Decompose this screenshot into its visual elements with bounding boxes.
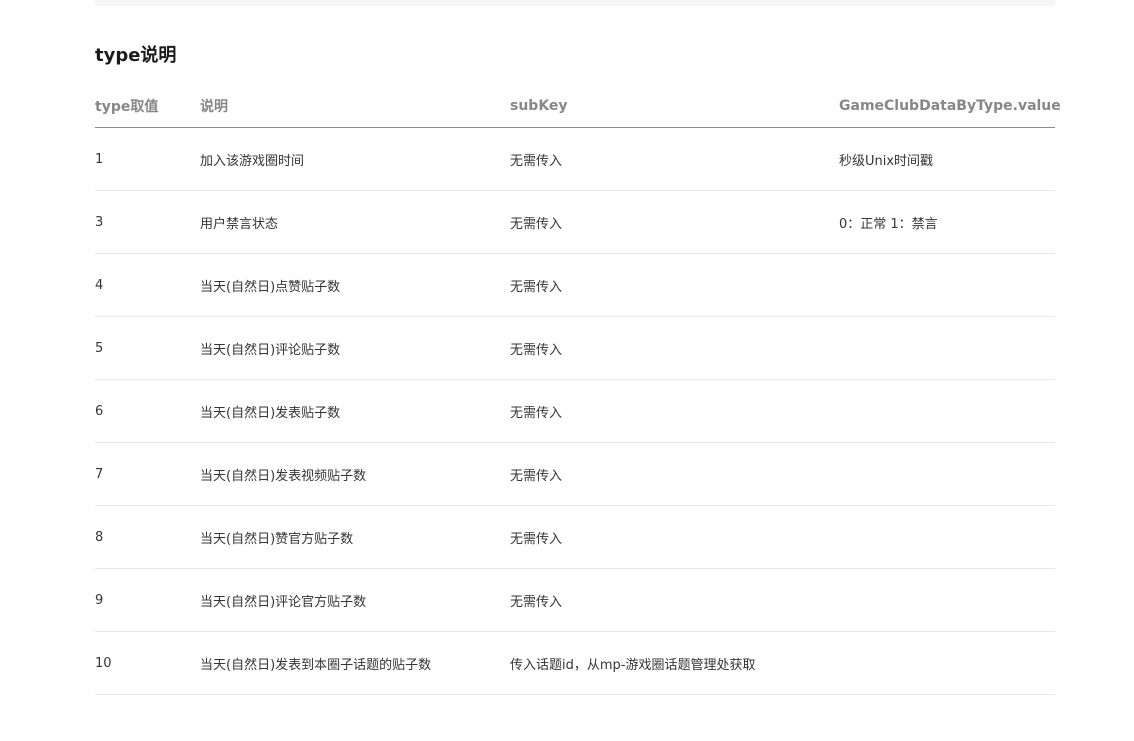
cell-subkey: 无需传入 <box>510 190 839 254</box>
header-subkey: subKey <box>510 85 839 128</box>
cell-value: 秒级Unix时间戳 <box>839 127 1055 191</box>
header-description: 说明 <box>200 85 510 128</box>
cell-value <box>839 631 1055 695</box>
header-data-value: GameClubDataByType.value <box>839 85 1061 128</box>
cell-subkey: 无需传入 <box>510 379 839 443</box>
cell-value <box>839 253 1055 317</box>
table-row: 10 当天(自然日)发表到本圈子话题的贴子数 传入话题id，从mp-游戏圈话题管… <box>95 631 1055 695</box>
cell-type: 7 <box>95 442 200 506</box>
cell-value: 0：正常 1：禁言 <box>839 190 1055 254</box>
cell-description: 当天(自然日)赞官方贴子数 <box>200 505 510 569</box>
cell-type: 3 <box>95 190 200 254</box>
table-row: 9 当天(自然日)评论官方贴子数 无需传入 <box>95 568 1055 632</box>
table-row: 8 当天(自然日)赞官方贴子数 无需传入 <box>95 505 1055 569</box>
table-row: 4 当天(自然日)点赞贴子数 无需传入 <box>95 253 1055 317</box>
type-table: type取值 说明 subKey GameClubDataByType.valu… <box>95 85 1061 695</box>
table-row: 1 加入该游戏圈时间 无需传入 秒级Unix时间戳 <box>95 127 1055 191</box>
table-row: 6 当天(自然日)发表贴子数 无需传入 <box>95 379 1055 443</box>
cell-subkey: 无需传入 <box>510 568 839 632</box>
table-row: 5 当天(自然日)评论贴子数 无需传入 <box>95 316 1055 380</box>
cell-value <box>839 442 1055 506</box>
cell-subkey: 无需传入 <box>510 505 839 569</box>
cell-value <box>839 316 1055 380</box>
cell-value <box>839 505 1055 569</box>
section-title: type说明 <box>95 45 177 66</box>
previous-section-bottom <box>95 0 1055 6</box>
cell-description: 加入该游戏圈时间 <box>200 127 510 191</box>
cell-description: 当天(自然日)评论官方贴子数 <box>200 568 510 632</box>
cell-description: 当天(自然日)发表到本圈子话题的贴子数 <box>200 631 510 695</box>
cell-type: 6 <box>95 379 200 443</box>
cell-type: 4 <box>95 253 200 317</box>
cell-description: 当天(自然日)评论贴子数 <box>200 316 510 380</box>
cell-description: 当天(自然日)发表贴子数 <box>200 379 510 443</box>
cell-type: 8 <box>95 505 200 569</box>
cell-value <box>839 568 1055 632</box>
table-row: 7 当天(自然日)发表视频贴子数 无需传入 <box>95 442 1055 506</box>
cell-subkey: 无需传入 <box>510 316 839 380</box>
cell-subkey: 无需传入 <box>510 253 839 317</box>
cell-description: 当天(自然日)发表视频贴子数 <box>200 442 510 506</box>
cell-subkey: 传入话题id，从mp-游戏圈话题管理处获取 <box>510 631 839 695</box>
table-row: 3 用户禁言状态 无需传入 0：正常 1：禁言 <box>95 190 1055 254</box>
cell-description: 用户禁言状态 <box>200 190 510 254</box>
cell-value <box>839 379 1055 443</box>
cell-type: 5 <box>95 316 200 380</box>
cell-subkey: 无需传入 <box>510 442 839 506</box>
cell-type: 9 <box>95 568 200 632</box>
table-header-row: type取值 说明 subKey GameClubDataByType.valu… <box>95 85 1061 128</box>
cell-type: 10 <box>95 631 200 695</box>
header-type-value: type取值 <box>95 85 200 128</box>
cell-type: 1 <box>95 127 200 191</box>
cell-subkey: 无需传入 <box>510 127 839 191</box>
cell-description: 当天(自然日)点赞贴子数 <box>200 253 510 317</box>
